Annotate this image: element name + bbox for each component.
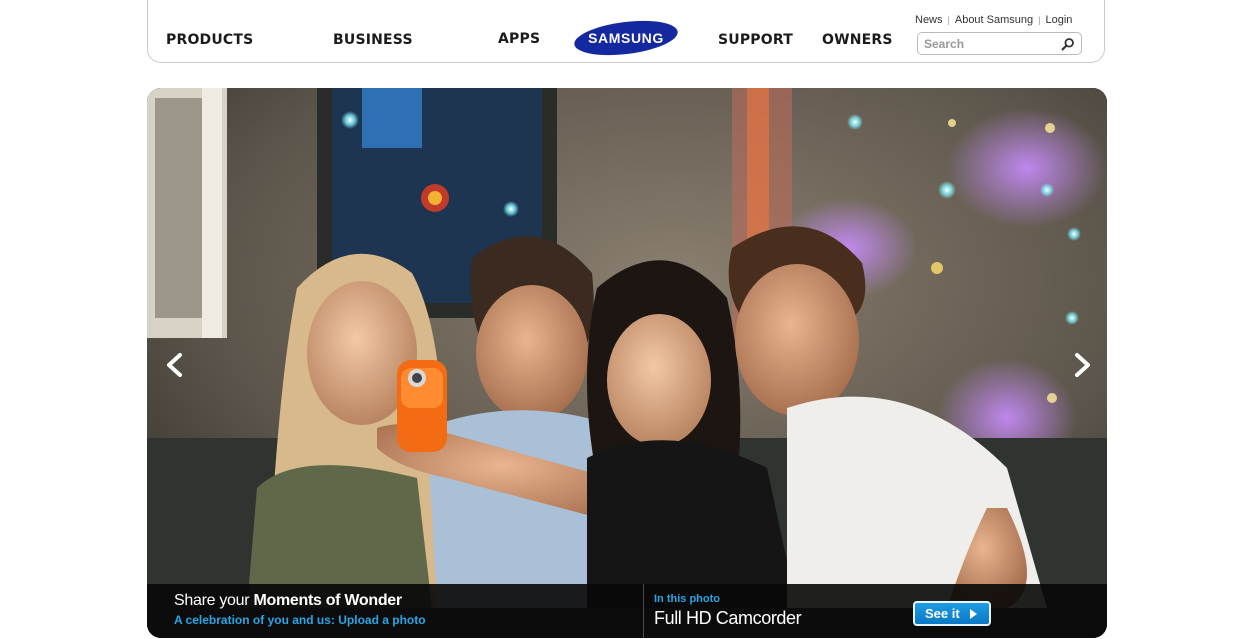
login-link[interactable]: Login (1045, 14, 1072, 26)
in-this-photo-label: In this photo (654, 593, 720, 605)
search-input[interactable] (924, 36, 1054, 51)
next-slide-icon[interactable] (1067, 350, 1097, 380)
caption-left: Share your Moments of Wonder A celebrati… (147, 584, 643, 638)
nav-support[interactable]: SUPPORT (718, 32, 793, 48)
separator: | (1038, 15, 1041, 25)
caption-bar: Share your Moments of Wonder A celebrati… (147, 584, 1107, 638)
nav-apps[interactable]: APPS (498, 31, 540, 47)
nav-business[interactable]: BUSINESS (333, 32, 413, 48)
product-name: Full HD Camcorder (654, 608, 802, 628)
caption-divider (643, 584, 644, 638)
separator: | (947, 15, 950, 25)
share-headline: Share your Moments of Wonder (174, 592, 402, 610)
see-it-label: See it (925, 606, 960, 621)
prev-slide-icon[interactable] (160, 350, 190, 380)
site-header: PRODUCTS BUSINESS APPS SAMSUNG SUPPORT O… (147, 0, 1105, 63)
samsung-logo[interactable]: SAMSUNG (573, 19, 679, 57)
nav-owners[interactable]: OWNERS (822, 32, 893, 48)
share-bold: Moments of Wonder (253, 592, 402, 609)
upload-photo-link[interactable]: A celebration of you and us: Upload a ph… (174, 613, 426, 627)
logo-text: SAMSUNG (588, 30, 664, 46)
about-samsung-link[interactable]: About Samsung (955, 14, 1033, 26)
search-icon[interactable] (1061, 37, 1075, 51)
news-link[interactable]: News (915, 14, 943, 26)
nav-products[interactable]: PRODUCTS (166, 32, 253, 48)
utility-links: News | About Samsung | Login (915, 14, 1072, 26)
share-prefix: Share your (174, 592, 250, 609)
play-triangle-icon (970, 609, 977, 619)
hero-photo (147, 88, 1107, 638)
see-it-button[interactable]: See it (913, 601, 991, 626)
hero-carousel[interactable]: Share your Moments of Wonder A celebrati… (147, 88, 1107, 638)
search-box (917, 32, 1082, 55)
